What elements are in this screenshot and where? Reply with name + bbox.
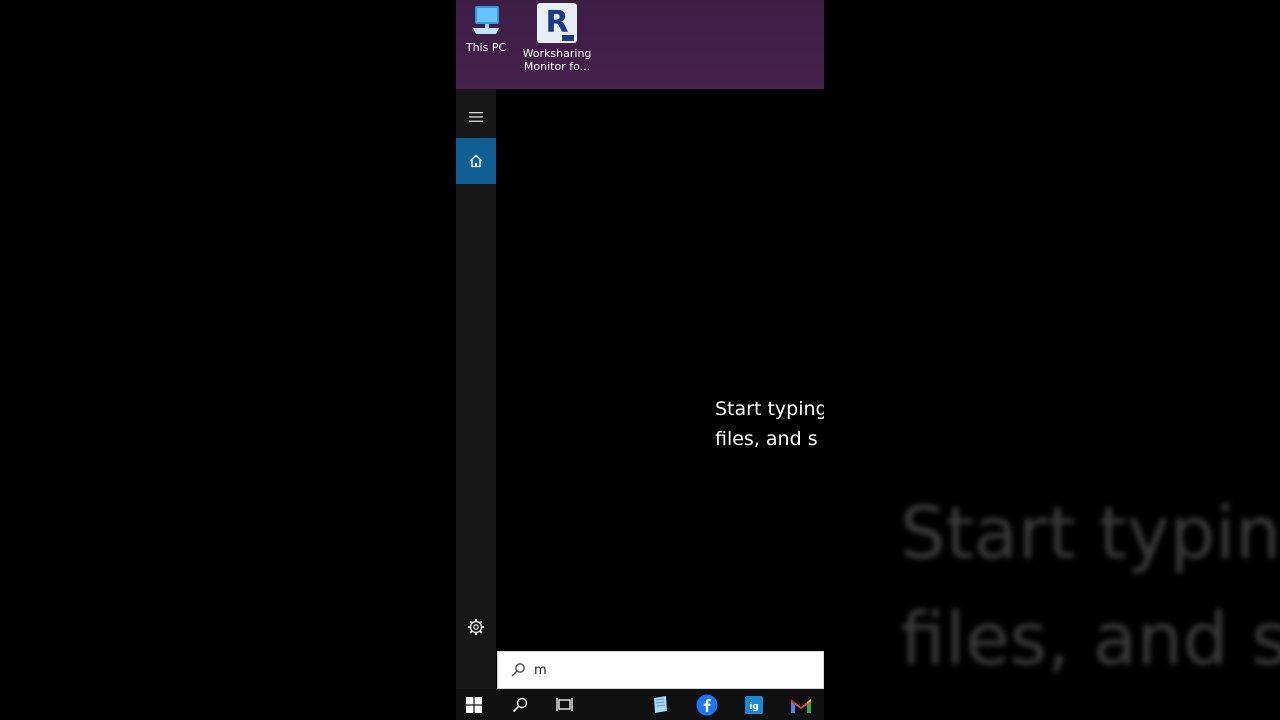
start-button[interactable] xyxy=(456,689,494,720)
desktop: This PC R Worksharing Monitor fo... xyxy=(456,0,824,89)
background-hint-line-2: files, and s xyxy=(900,597,1280,681)
search-hint: Start typing files, and s xyxy=(715,394,824,454)
start-menu-rail xyxy=(456,89,496,689)
gear-icon xyxy=(468,619,484,635)
task-view-button[interactable] xyxy=(545,689,585,720)
settings-button[interactable] xyxy=(456,605,496,649)
expand-menu-button[interactable] xyxy=(456,95,496,139)
task-view-icon xyxy=(556,697,573,711)
ig-app-icon: ig xyxy=(745,695,763,714)
search-icon xyxy=(511,663,525,677)
revit-r-icon: R xyxy=(537,3,577,43)
computer-monitor-icon xyxy=(473,6,499,34)
search-icon xyxy=(512,697,528,712)
taskbar-search-button[interactable] xyxy=(500,689,540,720)
taskbar-ig-app[interactable]: ig xyxy=(734,689,774,720)
taskbar-facebook[interactable] xyxy=(687,689,727,720)
search-box[interactable] xyxy=(497,651,824,689)
desktop-icon-label: This PC xyxy=(465,41,507,54)
taskbar: ig xyxy=(456,689,824,720)
search-input[interactable] xyxy=(534,660,814,680)
desktop-icon-label-line-2: Monitor fo... xyxy=(523,60,591,73)
home-icon xyxy=(469,154,483,168)
home-button[interactable] xyxy=(456,138,496,184)
svg-text:R: R xyxy=(545,5,568,40)
menu-icon xyxy=(469,112,483,122)
notepad-icon xyxy=(654,695,667,713)
background-hint-line-1: Start typing xyxy=(900,491,1280,575)
screen-root: Start typing files, and s This PC R xyxy=(0,0,1280,720)
desktop-icon-worksharing-monitor[interactable]: R Worksharing Monitor fo... xyxy=(522,2,592,73)
search-results-pane: Start typing files, and s xyxy=(496,89,824,651)
blurred-background-text: Start typing files, and s xyxy=(900,480,1280,692)
facebook-icon xyxy=(696,694,718,715)
device-screen: This PC R Worksharing Monitor fo... Star… xyxy=(456,0,824,720)
taskbar-gmail[interactable] xyxy=(781,689,821,720)
desktop-icon-this-pc[interactable]: This PC xyxy=(456,2,521,54)
search-hint-line-2: files, and s xyxy=(715,428,818,450)
search-hint-line-1: Start typing xyxy=(715,398,824,420)
gmail-icon xyxy=(791,698,811,713)
taskbar-notepad[interactable] xyxy=(640,689,680,720)
windows-start-icon xyxy=(466,696,482,713)
svg-text:ig: ig xyxy=(749,702,759,712)
desktop-icon-label-line-1: Worksharing xyxy=(522,47,592,60)
